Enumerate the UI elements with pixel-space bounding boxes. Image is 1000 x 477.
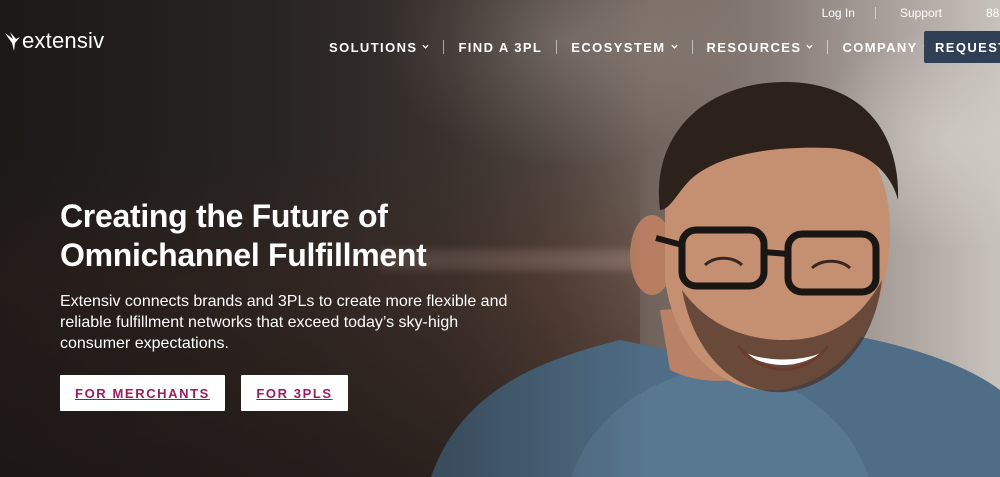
- nav-resources[interactable]: RESOURCES: [707, 40, 814, 55]
- hero-subtitle: Extensiv connects brands and 3PLs to cre…: [60, 291, 530, 354]
- for-merchants-button[interactable]: FOR MERCHANTS: [60, 375, 225, 411]
- nav-label: FIND A 3PL: [458, 39, 543, 55]
- nav-label: ECOSYSTEM: [571, 39, 666, 55]
- nav-divider: [827, 40, 829, 54]
- nav-divider: [556, 40, 558, 54]
- for-3pls-button[interactable]: FOR 3PLS: [241, 375, 348, 411]
- nav-find-a-3pl[interactable]: FIND A 3PL: [458, 40, 542, 55]
- bird-icon: [5, 32, 20, 51]
- main-nav: SOLUTIONS FIND A 3PL ECOSYSTEM RESOURCES…: [329, 37, 930, 57]
- nav-label: SOLUTIONS: [329, 39, 418, 55]
- request-demo-button[interactable]: REQUEST: [924, 31, 1000, 63]
- hero-title-line: Omnichannel Fulfillment: [60, 237, 427, 273]
- nav-divider: [443, 40, 445, 54]
- hero-title-line: Creating the Future of: [60, 198, 388, 234]
- hero-title: Creating the Future of Omnichannel Fulfi…: [60, 197, 520, 275]
- hero-subtitle-line: consumer expectations.: [60, 335, 229, 352]
- chevron-down-icon: [806, 44, 814, 49]
- nav-ecosystem[interactable]: ECOSYSTEM: [571, 39, 678, 55]
- login-link[interactable]: Log In: [822, 6, 855, 20]
- utility-divider: [874, 7, 876, 19]
- phone-link[interactable]: 888: [986, 6, 1000, 20]
- chevron-down-icon: [670, 44, 678, 49]
- brand-logo[interactable]: extensiv: [4, 30, 104, 52]
- nav-company[interactable]: COMPANY: [842, 39, 930, 55]
- nav-label: RESOURCES: [706, 39, 802, 55]
- support-link[interactable]: Support: [900, 6, 942, 20]
- nav-solutions[interactable]: SOLUTIONS: [329, 39, 430, 55]
- nav-label: COMPANY: [842, 39, 918, 55]
- brand-name: extensiv: [22, 28, 105, 53]
- chevron-down-icon: [422, 44, 430, 49]
- hero-subtitle-line: reliable fulfillment networks that excee…: [60, 314, 459, 331]
- hero-subtitle-line: Extensiv connects brands and 3PLs to cre…: [60, 293, 508, 310]
- utility-bar: Log In Support 888: [822, 5, 1000, 21]
- nav-divider: [691, 40, 693, 54]
